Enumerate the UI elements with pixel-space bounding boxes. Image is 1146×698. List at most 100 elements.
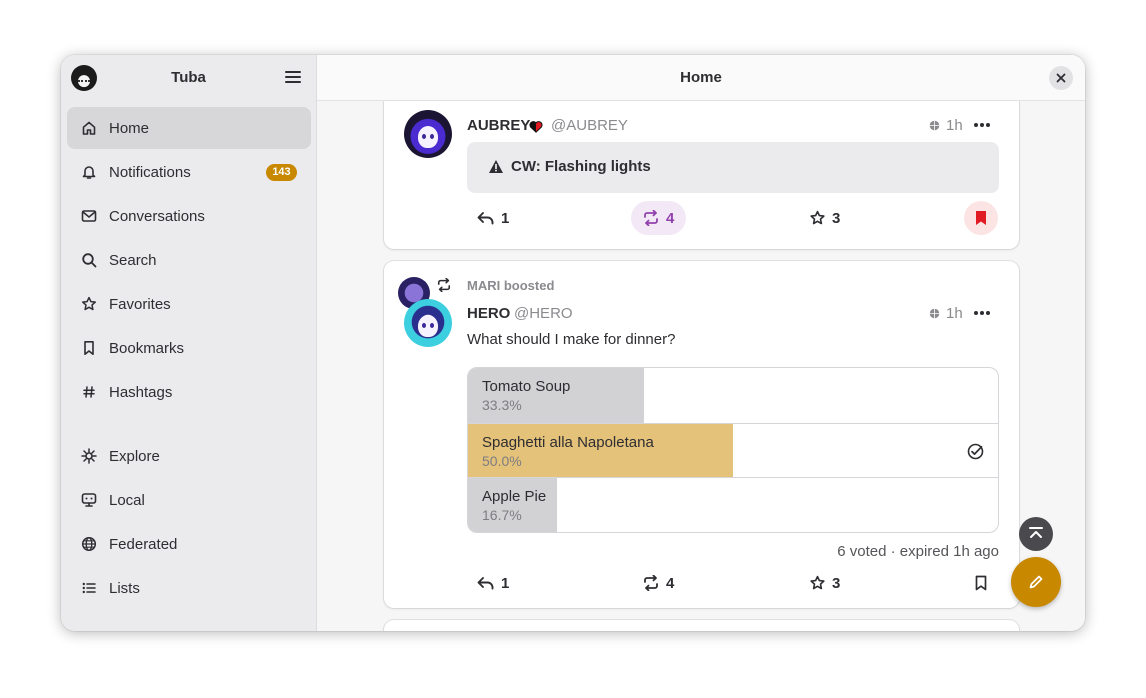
favorite-count: 3 (832, 209, 841, 227)
main-header: Home (317, 55, 1085, 101)
sidebar-item-label: Hashtags (109, 383, 173, 401)
boost-count: 4 (666, 209, 675, 227)
author-avatar[interactable] (404, 110, 452, 158)
bookmark-button[interactable] (964, 201, 998, 235)
more-options-icon[interactable] (973, 310, 991, 316)
hamburger-menu-icon[interactable] (285, 70, 301, 84)
voted-check-icon (967, 443, 984, 460)
sidebar-item-federated[interactable]: Federated (67, 523, 311, 565)
sidebar-item-bookmarks[interactable]: Bookmarks (67, 327, 311, 369)
public-visibility-icon (929, 308, 940, 319)
boost-button[interactable]: 4 (631, 566, 686, 600)
bookmark-icon (975, 575, 987, 591)
mail-icon (81, 208, 97, 224)
reply-count: 1 (501, 209, 510, 227)
sidebar-item-label: Federated (109, 535, 178, 553)
status-post[interactable]: AUBREY @AUBREY 1h CW: Flashing lights 1 … (384, 93, 1019, 249)
home-icon (81, 120, 97, 136)
avatar-face (418, 126, 438, 148)
avatar-face (418, 315, 438, 337)
favorite-count: 3 (832, 574, 841, 592)
list-icon (81, 580, 97, 596)
author-avatar[interactable] (404, 299, 452, 347)
app-title: Tuba (171, 69, 206, 86)
close-button[interactable] (1049, 66, 1073, 90)
sidebar-item-label: Search (109, 251, 157, 269)
poll-option-percent: 16.7% (482, 507, 522, 523)
pencil-icon (1029, 575, 1043, 589)
bookmark-button[interactable] (964, 566, 998, 600)
scroll-to-top-button[interactable] (1019, 517, 1053, 551)
app-window: Tuba Home Notifications 143 Conversation… (61, 55, 1085, 631)
poll-option-bar (468, 478, 557, 532)
post-time[interactable]: 1h (946, 117, 963, 134)
sidebar-item-label: Lists (109, 579, 140, 597)
sidebar-nav: Home Notifications 143 Conversations Sea… (67, 107, 311, 611)
sidebar-item-label: Favorites (109, 295, 171, 313)
post-actions: 1 4 3 (467, 566, 999, 600)
author-handle[interactable]: @AUBREY (551, 117, 628, 134)
sidebar-item-search[interactable]: Search (67, 239, 311, 281)
notification-count-badge: 143 (266, 164, 297, 181)
author-name[interactable]: HERO (467, 305, 510, 322)
scroll-top-icon (1029, 527, 1043, 538)
timeline-view[interactable]: Home AUBREY @AUBREY 1h CW: Flashing ligh… (317, 55, 1085, 631)
favorite-button[interactable]: 3 (809, 201, 840, 235)
star-icon (810, 575, 825, 590)
poll-option[interactable]: Apple Pie 16.7% (468, 478, 998, 532)
compose-button[interactable] (1011, 557, 1061, 607)
status-post[interactable] (384, 620, 1019, 631)
author-name[interactable]: AUBREY (467, 117, 530, 134)
poll-footer: 6 voted · expired 1h ago (837, 543, 999, 560)
boosted-by-label[interactable]: MARI boosted (467, 278, 554, 293)
sidebar: Tuba Home Notifications 143 Conversation… (61, 55, 317, 631)
sidebar-item-favorites[interactable]: Favorites (67, 283, 311, 325)
search-icon (81, 252, 97, 268)
sidebar-item-notifications[interactable]: Notifications 143 (67, 151, 311, 193)
content-warning-text: CW: Flashing lights (511, 158, 651, 175)
sidebar-item-label: Explore (109, 447, 160, 465)
bookmark-filled-icon (976, 211, 986, 225)
sidebar-item-hashtags[interactable]: Hashtags (67, 371, 311, 413)
status-post[interactable]: MARI boosted HERO @HERO 1h What should I… (384, 261, 1019, 608)
poll-option-label: Tomato Soup (482, 378, 571, 395)
bookmark-icon (81, 340, 97, 356)
post-actions: 1 4 3 (467, 201, 999, 235)
boost-button[interactable]: 4 (631, 201, 686, 235)
globe-icon (81, 536, 97, 552)
reply-count: 1 (501, 574, 510, 592)
sidebar-item-lists[interactable]: Lists (67, 567, 311, 609)
more-options-icon[interactable] (973, 122, 991, 128)
sidebar-header: Tuba (61, 55, 316, 101)
heart-emoji-icon (529, 121, 543, 133)
star-icon (810, 210, 825, 225)
poll-option[interactable]: Tomato Soup 33.3% (468, 368, 998, 423)
boost-count: 4 (666, 574, 675, 592)
poll: Tomato Soup 33.3% Spaghetti alla Napolet… (467, 367, 999, 533)
reply-button[interactable]: 1 (477, 201, 509, 235)
reply-icon (477, 212, 494, 225)
sidebar-item-label: Home (109, 119, 150, 137)
boost-icon (644, 210, 658, 226)
sidebar-item-conversations[interactable]: Conversations (67, 195, 311, 237)
local-icon (81, 492, 97, 508)
post-content: What should I make for dinner? (467, 331, 676, 348)
sidebar-item-home[interactable]: Home (67, 107, 311, 149)
reply-icon (477, 577, 494, 590)
reply-button[interactable]: 1 (477, 566, 509, 600)
warning-icon (489, 160, 503, 173)
sidebar-item-label: Conversations (109, 207, 205, 225)
sidebar-item-local[interactable]: Local (67, 479, 311, 521)
poll-option[interactable]: Spaghetti alla Napoletana 50.0% (468, 423, 998, 478)
author-handle[interactable]: @HERO (514, 305, 573, 322)
poll-option-percent: 50.0% (482, 453, 522, 469)
explore-icon (81, 448, 97, 464)
poll-option-label: Spaghetti alla Napoletana (482, 434, 654, 451)
page-title: Home (680, 69, 722, 86)
post-time[interactable]: 1h (946, 305, 963, 322)
poll-option-percent: 33.3% (482, 397, 522, 413)
content-warning-button[interactable]: CW: Flashing lights (467, 142, 999, 193)
sidebar-item-explore[interactable]: Explore (67, 435, 311, 477)
close-icon (1056, 73, 1066, 83)
favorite-button[interactable]: 3 (809, 566, 840, 600)
